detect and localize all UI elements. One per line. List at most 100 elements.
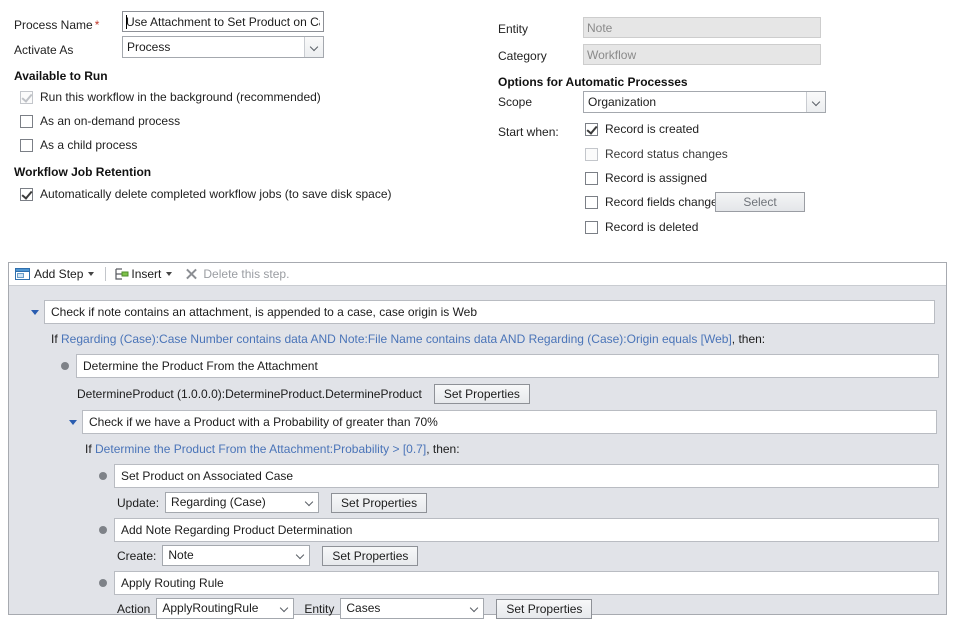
- checkbox-on-demand[interactable]: [20, 114, 33, 128]
- condition-expression-2[interactable]: Determine the Product From the Attachmen…: [95, 442, 426, 456]
- step-row-check-note[interactable]: Check if note contains an attachment, is…: [31, 300, 939, 324]
- checkbox-child-process[interactable]: [20, 138, 33, 152]
- then-suffix-2: , then:: [426, 442, 460, 456]
- options-automatic-processes-heading: Options for Automatic Processes: [498, 75, 688, 89]
- steps-toolbar: Add Step Insert Delete this step.: [9, 263, 946, 286]
- chevron-down-icon[interactable]: [301, 493, 319, 512]
- condition-line-2: If Determine the Product From the Attach…: [85, 442, 460, 456]
- toolbar-divider: [105, 267, 107, 281]
- checkbox-row-auto-delete[interactable]: Automatically delete completed workflow …: [20, 187, 392, 201]
- update-entity-select[interactable]: Regarding (Case): [165, 492, 320, 513]
- workflow-job-retention-heading: Workflow Job Retention: [14, 165, 152, 179]
- close-icon: [184, 267, 198, 281]
- category-label: Category: [498, 49, 547, 63]
- chevron-down-icon[interactable]: [304, 37, 323, 57]
- step-bullet-icon: [99, 472, 107, 480]
- entity-input: [583, 17, 821, 38]
- checkbox-record-fields-change[interactable]: [585, 195, 598, 209]
- select-fields-button[interactable]: Select: [715, 192, 805, 212]
- scope-select[interactable]: Organization: [583, 91, 826, 113]
- checkbox-label-child-process: As a child process: [40, 138, 138, 152]
- update-label: Update:: [117, 495, 160, 510]
- checkbox-row-record-assigned[interactable]: Record is assigned: [585, 171, 707, 185]
- step-title-determine-product[interactable]: Determine the Product From the Attachmen…: [76, 354, 939, 378]
- checkbox-row-on-demand[interactable]: As an on-demand process: [20, 114, 180, 128]
- step-row-set-product[interactable]: Set Product on Associated Case: [99, 464, 939, 488]
- step-title-apply-routing-rule[interactable]: Apply Routing Rule: [114, 571, 939, 595]
- process-name-label: Process Name *: [14, 18, 99, 32]
- insert-label: Insert: [131, 267, 162, 281]
- available-to-run-heading: Available to Run: [14, 69, 108, 83]
- set-properties-button-add-note[interactable]: Set Properties: [322, 545, 419, 566]
- chevron-down-icon[interactable]: [466, 599, 484, 618]
- activate-as-select[interactable]: Process: [122, 36, 324, 58]
- set-properties-button-set-product[interactable]: Set Properties: [331, 492, 428, 513]
- chevron-down-icon[interactable]: [292, 546, 310, 565]
- checkbox-row-record-deleted[interactable]: Record is deleted: [585, 220, 698, 234]
- condition-expression-1[interactable]: Regarding (Case):Case Number contains da…: [61, 332, 732, 346]
- checkbox-auto-delete[interactable]: [20, 187, 33, 201]
- step-row-add-note[interactable]: Add Note Regarding Product Determination: [99, 518, 939, 542]
- step-title-set-product[interactable]: Set Product on Associated Case: [114, 464, 939, 488]
- action-value: ApplyRoutingRule: [162, 601, 259, 615]
- checkbox-row-child-process[interactable]: As a child process: [20, 138, 137, 152]
- delete-step-label: Delete this step.: [203, 267, 290, 281]
- step-detail-add-note: Create: Note Set Properties: [117, 545, 419, 566]
- chevron-down-icon[interactable]: [31, 309, 39, 315]
- category-input: [583, 44, 821, 65]
- delete-step-button: Delete this step.: [184, 264, 289, 284]
- step-row-apply-routing-rule[interactable]: Apply Routing Rule: [99, 571, 939, 595]
- chevron-down-icon[interactable]: [88, 272, 95, 276]
- checkbox-row-run-background[interactable]: Run this workflow in the background (rec…: [20, 90, 321, 104]
- process-properties-form: Process Name* Activate As Process Availa…: [0, 0, 955, 256]
- step-row-check-probability[interactable]: Check if we have a Product with a Probab…: [69, 410, 937, 434]
- create-entity-value: Note: [168, 548, 194, 562]
- checkbox-record-assigned[interactable]: [585, 171, 598, 185]
- chevron-down-icon[interactable]: [276, 599, 294, 618]
- activate-as-label: Activate As: [14, 43, 74, 57]
- step-title-add-note[interactable]: Add Note Regarding Product Determination: [114, 518, 939, 542]
- step-detail-set-product: Update: Regarding (Case) Set Properties: [117, 492, 428, 513]
- checkbox-label-run-background: Run this workflow in the background (rec…: [40, 90, 321, 104]
- scope-value: Organization: [588, 95, 657, 109]
- step-title-check-note[interactable]: Check if note contains an attachment, is…: [44, 300, 935, 324]
- checkbox-record-status-changes[interactable]: [585, 147, 598, 161]
- chevron-down-icon[interactable]: [166, 272, 173, 276]
- entity-inline-select[interactable]: Cases: [340, 598, 485, 619]
- checkbox-label-record-status-changes: Record status changes: [605, 147, 728, 161]
- checkbox-record-deleted[interactable]: [585, 220, 598, 234]
- checkbox-row-record-created[interactable]: Record is created: [585, 122, 699, 136]
- insert-button[interactable]: Insert: [113, 264, 173, 284]
- create-label: Create:: [117, 548, 157, 563]
- step-detail-apply-routing-rule: Action ApplyRoutingRule Entity Cases Set…: [117, 598, 593, 619]
- set-properties-button-apply-routing-rule[interactable]: Set Properties: [496, 598, 593, 619]
- add-step-icon: [15, 267, 31, 281]
- condition-line-1: If Regarding (Case):Case Number contains…: [51, 332, 765, 346]
- entity-label: Entity: [498, 22, 529, 36]
- step-detail-determine-product: DetermineProduct (1.0.0.0):DetermineProd…: [77, 384, 530, 404]
- checkbox-row-record-fields-change[interactable]: Record fields change: [585, 195, 718, 209]
- create-entity-select[interactable]: Note: [162, 545, 311, 566]
- checkbox-run-background[interactable]: [20, 90, 33, 104]
- chevron-down-icon[interactable]: [806, 92, 825, 112]
- entity-inline-label: Entity: [304, 601, 335, 616]
- chevron-down-icon[interactable]: [69, 419, 77, 425]
- step-bullet-icon: [61, 362, 69, 370]
- action-select[interactable]: ApplyRoutingRule: [156, 598, 295, 619]
- if-prefix-1: If: [51, 332, 58, 346]
- checkbox-row-record-status-changes[interactable]: Record status changes: [585, 147, 728, 161]
- add-step-label: Add Step: [34, 267, 84, 281]
- step-title-check-probability[interactable]: Check if we have a Product with a Probab…: [82, 410, 937, 434]
- if-prefix-2: If: [85, 442, 92, 456]
- set-properties-button-determine-product[interactable]: Set Properties: [433, 384, 530, 404]
- add-step-button[interactable]: Add Step: [15, 264, 95, 284]
- checkbox-record-created[interactable]: [585, 122, 598, 136]
- process-name-input[interactable]: [122, 11, 324, 32]
- step-row-determine-product[interactable]: Determine the Product From the Attachmen…: [61, 354, 939, 378]
- checkbox-label-auto-delete: Automatically delete completed workflow …: [40, 187, 392, 201]
- scope-label: Scope: [498, 95, 533, 109]
- checkbox-label-record-fields-change: Record fields change: [605, 195, 718, 209]
- checkbox-label-record-deleted: Record is deleted: [605, 220, 699, 234]
- action-label: Action: [117, 601, 151, 616]
- step-bullet-icon: [99, 526, 107, 534]
